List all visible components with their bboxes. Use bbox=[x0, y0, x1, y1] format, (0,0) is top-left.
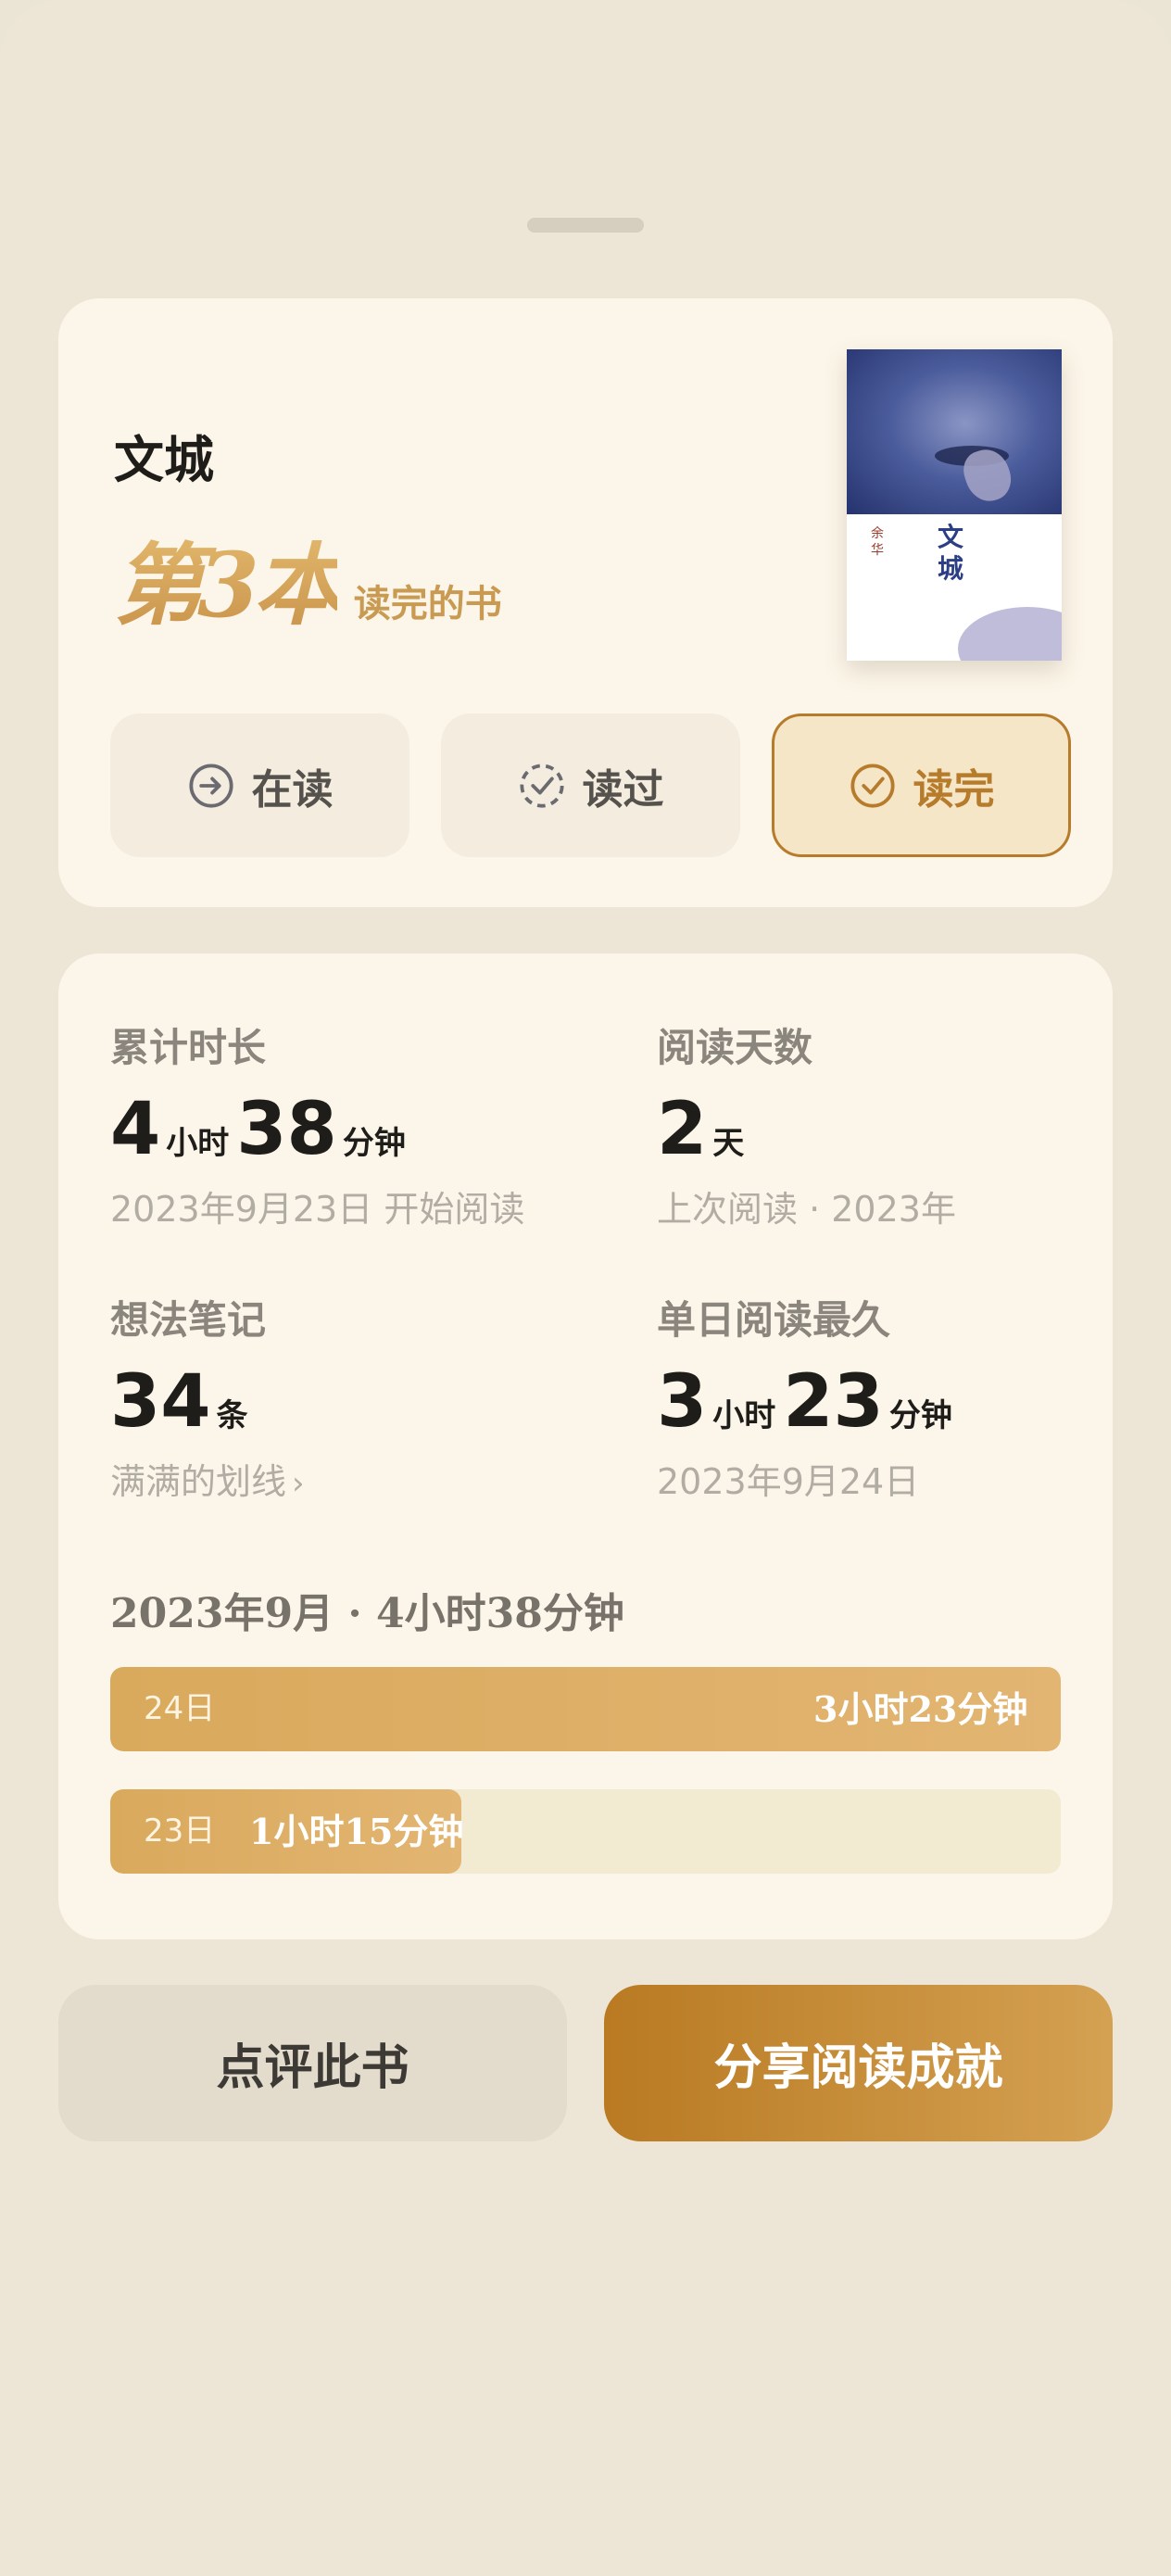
stat-reading-days: 阅读天数 2 天 上次阅读 · 2023年 bbox=[657, 1017, 956, 1231]
reading-status-group: 在读 读过 读完 bbox=[110, 713, 1071, 857]
status-reading-label: 在读 bbox=[251, 765, 334, 814]
stat-label: 想法笔记 bbox=[110, 1297, 267, 1343]
book-title: 文城 bbox=[114, 430, 214, 489]
notes-link-label: 满满的划线 bbox=[110, 1461, 287, 1502]
cover-decoration bbox=[958, 607, 1062, 661]
stat-sub: 2023年9月24日 bbox=[657, 1461, 920, 1502]
stat-hours-unit: 小时 bbox=[166, 1125, 230, 1162]
stat-days-unit: 天 bbox=[712, 1125, 745, 1162]
stat-hours-unit: 小时 bbox=[712, 1397, 776, 1434]
stat-label: 阅读天数 bbox=[657, 1025, 813, 1070]
drag-handle[interactable] bbox=[527, 218, 644, 233]
stat-hours: 4 bbox=[110, 1088, 161, 1171]
stat-label: 单日阅读最久 bbox=[657, 1297, 891, 1343]
rank-caption: 读完的书 bbox=[353, 582, 502, 625]
status-reading-button[interactable]: 在读 bbox=[110, 713, 409, 857]
cover-author: 余华 bbox=[871, 526, 884, 558]
stat-minutes: 23 bbox=[783, 1360, 884, 1444]
notes-link[interactable]: 满满的划线 › bbox=[110, 1453, 305, 1504]
status-read-label: 读过 bbox=[582, 765, 664, 814]
arrow-circle-icon bbox=[188, 763, 233, 808]
stat-notes-unit: 条 bbox=[216, 1397, 248, 1434]
daily-bar-duration: 1小时15分钟 bbox=[249, 1811, 464, 1852]
reading-stats-card: 累计时长 4 小时 38 分钟 2023年9月23日 开始阅读 阅读天数 2 天… bbox=[58, 953, 1113, 1939]
daily-bar-duration: 3小时23分钟 bbox=[813, 1688, 1028, 1730]
stat-longest-day: 单日阅读最久 3 小时 23 分钟 2023年9月24日 bbox=[657, 1289, 960, 1504]
daily-bar: 24日 3小时23分钟 bbox=[110, 1667, 1061, 1751]
cover-photo bbox=[847, 349, 1062, 514]
read-rank: 第3本 读完的书 bbox=[114, 513, 502, 642]
stat-sub: 2023年9月23日 开始阅读 bbox=[110, 1189, 525, 1230]
month-summary: 2023年9月 · 4小时38分钟 bbox=[110, 1590, 624, 1637]
stat-minutes: 38 bbox=[236, 1088, 337, 1171]
status-finished-button[interactable]: 读完 bbox=[772, 713, 1071, 857]
stat-notes[interactable]: 想法笔记 34 条 满满的划线 › bbox=[110, 1289, 305, 1504]
stat-days: 2 bbox=[657, 1088, 708, 1171]
chevron-right-icon: › bbox=[292, 1465, 305, 1502]
daily-bar: 23日 1小时15分钟 bbox=[110, 1789, 1061, 1874]
status-read-button[interactable]: 读过 bbox=[441, 713, 740, 857]
dashed-check-circle-icon bbox=[519, 763, 564, 808]
stat-minutes-unit: 分钟 bbox=[888, 1397, 952, 1434]
rank-number: 第3本 bbox=[114, 513, 343, 642]
book-cover[interactable]: 余华 文城 bbox=[847, 349, 1062, 661]
bottom-sheet: 文城 第3本 读完的书 余华 文城 在读 读过 读完 累计时长 4 小时 38 … bbox=[0, 0, 1171, 2576]
status-finished-label: 读完 bbox=[913, 765, 995, 814]
share-achievement-button[interactable]: 分享阅读成就 bbox=[604, 1985, 1113, 2141]
stat-minutes-unit: 分钟 bbox=[342, 1125, 406, 1162]
stat-total-time: 累计时长 4 小时 38 分钟 2023年9月23日 开始阅读 bbox=[110, 1017, 524, 1231]
stat-sub: 上次阅读 · 2023年 bbox=[657, 1189, 956, 1230]
daily-bar-date: 24日 bbox=[144, 1690, 216, 1727]
stat-label: 累计时长 bbox=[110, 1025, 267, 1070]
review-book-button[interactable]: 点评此书 bbox=[58, 1985, 567, 2141]
daily-bar-date: 23日 bbox=[144, 1812, 216, 1850]
book-card: 文城 第3本 读完的书 余华 文城 在读 读过 读完 bbox=[58, 298, 1113, 907]
stat-notes-count: 34 bbox=[110, 1360, 211, 1444]
stat-hours: 3 bbox=[657, 1360, 708, 1444]
cover-title: 文城 bbox=[938, 522, 964, 584]
check-circle-icon bbox=[850, 763, 895, 808]
